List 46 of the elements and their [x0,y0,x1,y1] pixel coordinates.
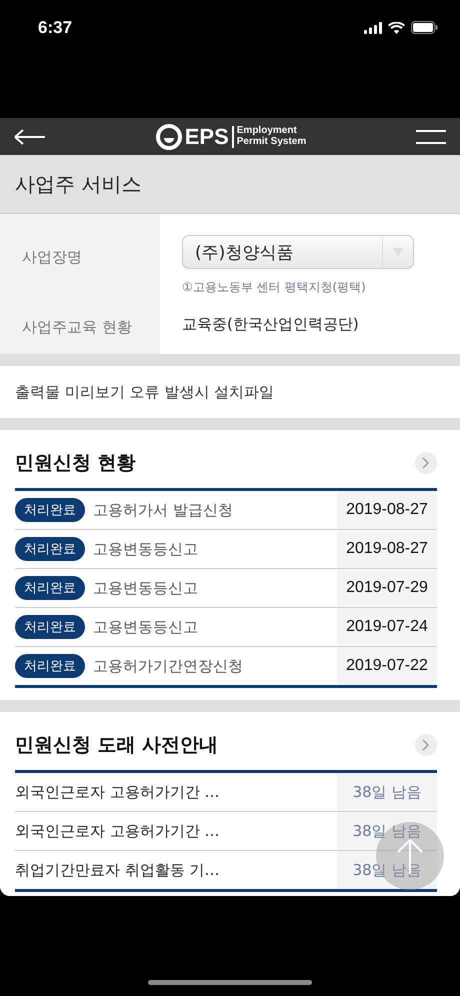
application-name[interactable]: 고용변동등신고 [93,540,198,558]
logo-subtitle: Employment [236,126,298,136]
logo-icon [156,124,182,150]
chevron-right-icon [422,457,430,469]
date-cell: 2019-08-27 [337,491,437,529]
section-title: 민원신청 현황 [15,451,136,476]
application-name[interactable]: 고용허가서 발급신청 [93,500,233,520]
logo-text: EPS [184,126,234,148]
status-time: 6:37 [38,18,72,38]
chevron-right-icon [422,739,430,751]
office-note: ①고용노동부 센터 평택지청(평택) [182,279,367,296]
section-title: 민원신청 도래 사전안내 [15,733,218,758]
status-badge: 처리완료 [15,615,85,639]
notice-title[interactable]: 외국인근로자 고용허가기간 … [15,822,220,840]
more-button[interactable] [415,734,437,756]
menu-icon [416,128,446,144]
signal-icon [364,22,382,34]
days-remaining: 38일 남음 [337,812,437,850]
days-remaining: 38일 남음 [337,773,437,811]
business-select[interactable]: (주)청양식품 [182,235,414,269]
back-arrow-icon [14,128,46,144]
field-value: 교육중(한국산업인력공단) [182,314,360,334]
logo-subtitle: Permit System [236,136,306,147]
notice-title[interactable]: 외국인근로자 고용허가기간 … [15,782,220,802]
more-button[interactable] [415,452,437,474]
application-name[interactable]: 고용변동등신고 [93,618,198,636]
wifi-icon [388,22,405,34]
application-name[interactable]: 고용변동등신고 [93,578,198,598]
field-label: 사업주교육 현황 [0,300,160,354]
status-badge: 처리완료 [15,498,85,522]
date-cell: 2019-07-24 [337,608,437,646]
dropdown-icon [393,248,403,256]
back-button[interactable] [14,128,46,144]
date-cell: 2019-07-29 [337,569,437,607]
field-label: 사업장명 [0,214,160,300]
status-badge: 처리완료 [15,576,85,600]
download-link[interactable]: 출력물 미리보기 오류 발생시 설치파일 [15,382,274,402]
application-name[interactable]: 고용허가기간연장신청 [93,656,243,676]
notice-title[interactable]: 취업기간만료자 취업활동 기… [15,860,220,880]
menu-button[interactable] [416,128,446,144]
page-title: 사업주 서비스 [0,155,460,214]
date-cell: 2019-08-27 [337,530,437,568]
battery-icon [411,21,438,34]
status-badge: 처리완료 [15,537,85,561]
status-badge: 처리완료 [15,654,85,678]
date-cell: 2019-07-22 [337,647,437,685]
